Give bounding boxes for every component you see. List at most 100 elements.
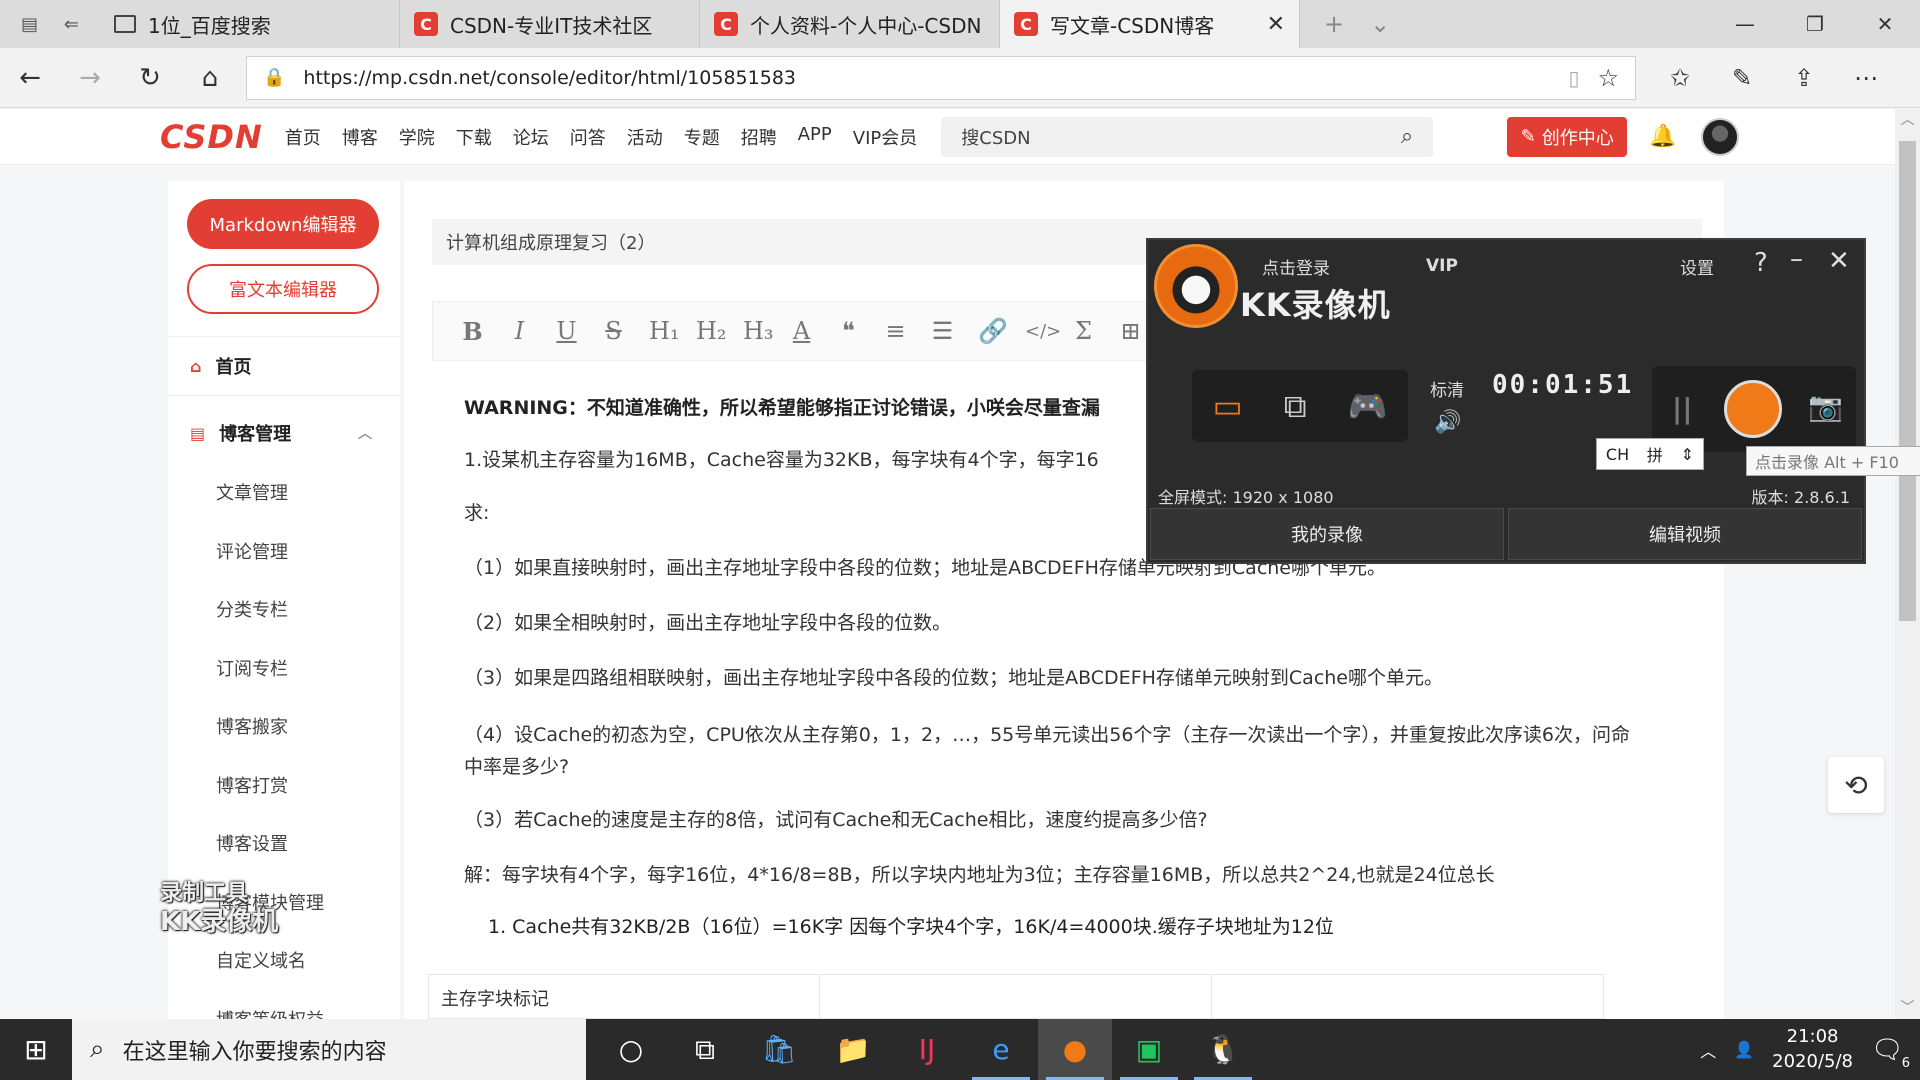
kk-login-link[interactable]: 点击登录 bbox=[1262, 254, 1330, 279]
close-window-icon[interactable]: ✕ bbox=[1850, 12, 1920, 36]
favorite-star-icon[interactable]: ☆ bbox=[1597, 64, 1619, 92]
pause-icon[interactable]: || bbox=[1672, 392, 1692, 425]
tab-preview-icon[interactable]: ▤ bbox=[21, 14, 38, 35]
store-icon[interactable]: 🛍 bbox=[742, 1019, 816, 1080]
chevron-up-icon[interactable]: ︿ bbox=[1700, 1038, 1716, 1062]
speaker-icon[interactable]: 🔊 bbox=[1434, 410, 1461, 435]
kk-recorder-taskbar-icon[interactable]: ● bbox=[1038, 1019, 1112, 1080]
favorites-icon[interactable]: ✩ bbox=[1656, 64, 1704, 92]
sidebar-item-home[interactable]: ⌂ 首页 bbox=[168, 336, 400, 396]
help-icon[interactable]: ? bbox=[1754, 248, 1768, 278]
csdn-search-input[interactable]: 搜CSDN ⌕ bbox=[941, 116, 1434, 157]
minimize-icon[interactable]: — bbox=[1710, 12, 1780, 36]
sidebar-item-rewards[interactable]: 博客打赏 bbox=[216, 756, 324, 815]
new-tab-icon[interactable]: + bbox=[1324, 10, 1344, 38]
sidebar-item-categories[interactable]: 分类专栏 bbox=[216, 580, 324, 639]
quote-icon[interactable]: ❝ bbox=[837, 317, 860, 345]
tab-baidu[interactable]: 1位_百度搜索 bbox=[100, 0, 400, 48]
strikethrough-icon[interactable]: S bbox=[602, 317, 625, 345]
gamepad-icon[interactable]: 🎮 bbox=[1348, 387, 1388, 425]
sidebar-item-comments[interactable]: 评论管理 bbox=[216, 522, 324, 581]
unordered-list-icon[interactable]: ☰ bbox=[931, 317, 954, 345]
kk-quality-label[interactable]: 标清 bbox=[1430, 376, 1464, 401]
scroll-up-icon[interactable]: ︿ bbox=[1895, 109, 1920, 131]
ordered-list-icon[interactable]: ≡ bbox=[884, 317, 907, 345]
refresh-icon[interactable]: ↻ bbox=[120, 63, 180, 93]
record-button[interactable] bbox=[1724, 380, 1782, 438]
file-explorer-icon[interactable]: 📁 bbox=[816, 1019, 890, 1080]
windows-start-icon[interactable]: ⊞ bbox=[0, 1019, 72, 1080]
scroll-down-icon[interactable]: ﹀ bbox=[1895, 997, 1920, 1019]
forward-icon[interactable]: → bbox=[60, 63, 120, 93]
bell-icon[interactable]: 🔔 bbox=[1649, 124, 1676, 149]
close-tab-icon[interactable]: ✕ bbox=[1267, 12, 1285, 37]
nav-app[interactable]: APP bbox=[798, 124, 832, 150]
region-mode-icon[interactable]: ⧉ bbox=[1284, 387, 1307, 426]
formula-icon[interactable]: Σ bbox=[1072, 317, 1095, 345]
minimize-icon[interactable]: – bbox=[1790, 244, 1803, 274]
cortana-icon[interactable]: ○ bbox=[594, 1019, 668, 1080]
search-icon[interactable]: ⌕ bbox=[1401, 124, 1413, 149]
underline-icon[interactable]: U bbox=[555, 317, 578, 345]
back-icon[interactable]: ← bbox=[0, 63, 60, 93]
camera-icon[interactable]: 📷 bbox=[1808, 390, 1843, 423]
edit-video-button[interactable]: 编辑视频 bbox=[1508, 508, 1862, 560]
nav-jobs[interactable]: 招聘 bbox=[741, 124, 777, 150]
chevron-down-icon[interactable]: ⌄ bbox=[1370, 10, 1390, 38]
edge-icon[interactable]: e bbox=[964, 1019, 1038, 1080]
close-icon[interactable]: ✕ bbox=[1828, 246, 1850, 276]
sidebar-item-modules[interactable]: 博客模块管理 bbox=[216, 873, 324, 932]
font-color-icon[interactable]: A bbox=[790, 317, 813, 345]
italic-icon[interactable]: I bbox=[508, 317, 531, 345]
share-icon[interactable]: ⇪ bbox=[1780, 64, 1828, 92]
tab-csdn-write[interactable]: C 写文章-CSDN博客 ✕ bbox=[1000, 0, 1300, 48]
nav-vip[interactable]: VIP会员 bbox=[853, 124, 917, 150]
more-icon[interactable]: ⋯ bbox=[1842, 64, 1890, 92]
heading3-icon[interactable]: H₃ bbox=[743, 317, 774, 345]
tab-csdn-home[interactable]: C CSDN-专业IT技术社区 bbox=[400, 0, 700, 48]
scrollbar-thumb[interactable] bbox=[1899, 141, 1916, 621]
taskbar-search-input[interactable]: ⌕ 在这里输入你要搜索的内容 bbox=[72, 1019, 586, 1080]
csdn-logo[interactable]: CSDN bbox=[160, 118, 263, 156]
content-table-row[interactable]: 主存字块标记 bbox=[428, 974, 1604, 1019]
kk-vip-badge[interactable]: VIP bbox=[1426, 256, 1458, 276]
taskbar-clock[interactable]: 21:08 2020/5/8 bbox=[1772, 1025, 1853, 1074]
nav-topics[interactable]: 专题 bbox=[684, 124, 720, 150]
sidebar-item-articles[interactable]: 文章管理 bbox=[216, 463, 324, 522]
nav-events[interactable]: 活动 bbox=[627, 124, 663, 150]
task-view-icon[interactable]: ⧉ bbox=[668, 1019, 742, 1080]
home-icon[interactable]: ⌂ bbox=[180, 63, 240, 93]
heading2-icon[interactable]: H₂ bbox=[696, 317, 727, 345]
nav-home[interactable]: 首页 bbox=[285, 124, 321, 150]
bold-icon[interactable]: B bbox=[461, 317, 484, 346]
wechat-icon[interactable]: ▣ bbox=[1112, 1019, 1186, 1080]
code-icon[interactable]: </> bbox=[1025, 321, 1061, 342]
nav-blog[interactable]: 博客 bbox=[342, 124, 378, 150]
nav-qa[interactable]: 问答 bbox=[570, 124, 606, 150]
markdown-editor-button[interactable]: Markdown编辑器 bbox=[187, 199, 379, 249]
sidebar-item-settings[interactable]: 博客设置 bbox=[216, 814, 324, 873]
table-icon[interactable]: ⊞ bbox=[1119, 317, 1142, 345]
tab-csdn-profile[interactable]: C 个人资料-个人中心-CSDN bbox=[700, 0, 1000, 48]
fullscreen-mode-icon[interactable]: ▭ bbox=[1213, 387, 1243, 425]
avatar[interactable] bbox=[1700, 117, 1739, 156]
sidebar-item-subscriptions[interactable]: 订阅专栏 bbox=[216, 639, 324, 698]
create-center-button[interactable]: ✎ 创作中心 bbox=[1507, 116, 1628, 157]
intellij-icon[interactable]: IJ bbox=[890, 1019, 964, 1080]
my-recordings-button[interactable]: 我的录像 bbox=[1150, 508, 1504, 560]
sidebar-item-domain[interactable]: 自定义域名 bbox=[216, 931, 324, 990]
notification-icon[interactable]: 🗨 6 bbox=[1871, 1035, 1912, 1071]
url-field[interactable]: 🔒 https://mp.csdn.net/console/editor/htm… bbox=[246, 55, 1636, 100]
set-aside-tabs-icon[interactable]: ⇐ bbox=[64, 14, 79, 35]
float-refresh-button[interactable]: ⟲ bbox=[1828, 757, 1884, 813]
kk-settings-button[interactable]: 设置 bbox=[1680, 254, 1714, 279]
sidebar-group-blog-management[interactable]: ▤ 博客管理 ︿ bbox=[168, 403, 400, 463]
restore-icon[interactable]: ❐ bbox=[1780, 12, 1850, 36]
sidebar-item-migration[interactable]: 博客搬家 bbox=[216, 697, 324, 756]
heading1-icon[interactable]: H₁ bbox=[649, 317, 680, 345]
sidebar-item-level[interactable]: 博客等级权益 bbox=[216, 990, 324, 1019]
qq-icon[interactable]: 🐧 bbox=[1186, 1019, 1260, 1080]
nav-academy[interactable]: 学院 bbox=[399, 124, 435, 150]
pen-icon[interactable]: ✎ bbox=[1718, 64, 1766, 92]
page-scrollbar[interactable]: ︿ ﹀ bbox=[1895, 109, 1920, 1019]
